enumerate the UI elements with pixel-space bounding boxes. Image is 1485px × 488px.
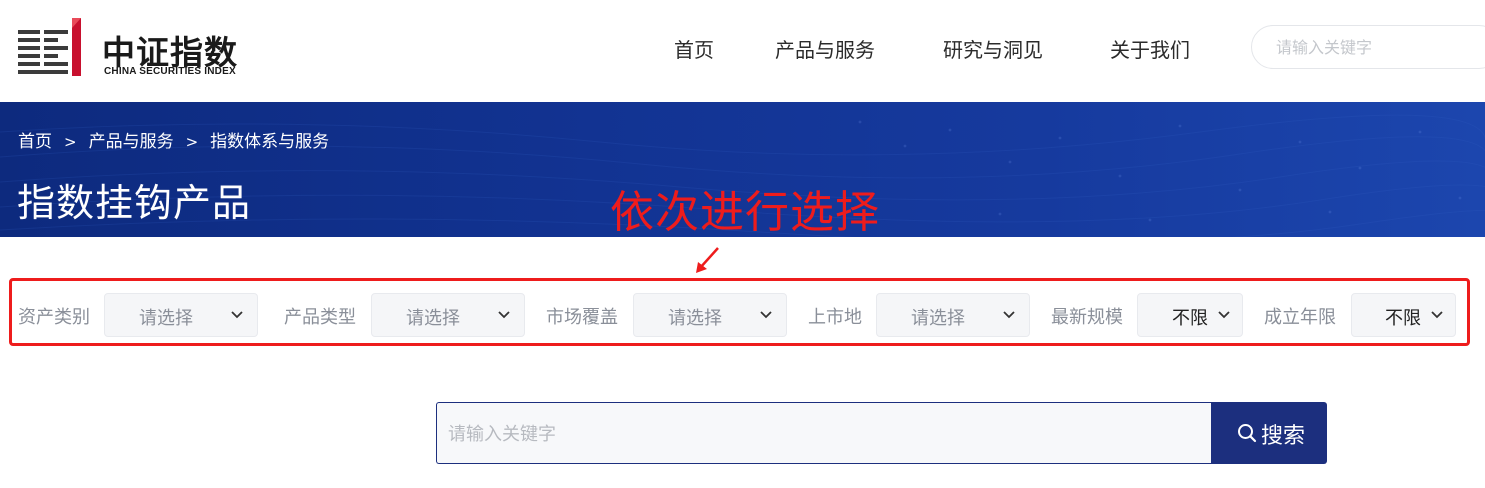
chevron-down-icon <box>760 311 772 319</box>
chevron-down-icon <box>1003 311 1015 319</box>
filter-label-product-type: 产品类型 <box>284 307 356 328</box>
select-value: 请选择 <box>406 308 460 329</box>
market-coverage-select[interactable]: 请选择 <box>633 293 787 337</box>
filter-label-listing-venue: 上市地 <box>808 307 862 328</box>
search-button-label: 搜索 <box>1261 424 1306 449</box>
select-value: 不限 <box>1385 308 1421 329</box>
nav-item-products-services[interactable]: 产品与服务 <box>775 34 875 63</box>
listing-venue-select[interactable]: 请选择 <box>876 293 1030 337</box>
years-established-select[interactable]: 不限 <box>1351 293 1456 337</box>
csi-logo-mark-icon <box>18 18 81 76</box>
breadcrumb: 首页 > 产品与服务 > 指数体系与服务 <box>18 127 329 152</box>
latest-scale-select[interactable]: 不限 <box>1137 293 1243 337</box>
nav-item-home[interactable]: 首页 <box>674 34 714 63</box>
filter-label-asset-class: 资产类别 <box>18 307 90 328</box>
breadcrumb-item-products-services[interactable]: 产品与服务 <box>89 127 174 152</box>
select-value: 请选择 <box>668 308 722 329</box>
breadcrumb-item-home[interactable]: 首页 <box>18 127 52 152</box>
chevron-down-icon <box>498 311 510 319</box>
chevron-down-icon <box>1431 311 1443 319</box>
select-value: 请选择 <box>911 308 965 329</box>
breadcrumb-item-index-system[interactable]: 指数体系与服务 <box>210 127 329 152</box>
nav-item-about-us[interactable]: 关于我们 <box>1110 34 1190 63</box>
search-icon <box>1238 424 1257 443</box>
site-header: 中证指数 CHINA SECURITIES INDEX 首页 产品与服务 研究与… <box>0 0 1485 102</box>
header-search-box <box>1251 25 1485 69</box>
select-value: 不限 <box>1172 308 1208 329</box>
filter-label-market-coverage: 市场覆盖 <box>546 307 618 328</box>
breadcrumb-separator: > <box>185 133 199 151</box>
asset-class-select[interactable]: 请选择 <box>104 293 258 337</box>
breadcrumb-separator: > <box>64 133 77 151</box>
keyword-search-input[interactable] <box>448 421 1188 447</box>
site-logo[interactable]: 中证指数 CHINA SECURITIES INDEX <box>16 16 276 78</box>
page-title: 指数挂钩产品 <box>17 181 252 225</box>
logo-english-name: CHINA SECURITIES INDEX <box>104 66 236 77</box>
nav-item-research-insights[interactable]: 研究与洞见 <box>943 34 1043 63</box>
product-type-select[interactable]: 请选择 <box>371 293 525 337</box>
filter-label-years-established: 成立年限 <box>1264 307 1336 328</box>
select-value: 请选择 <box>139 308 193 329</box>
annotation-text: 依次进行选择 <box>610 187 880 238</box>
chevron-down-icon <box>231 311 243 319</box>
header-search-input[interactable] <box>1276 36 1476 58</box>
annotation-arrow-icon <box>696 247 719 273</box>
search-button[interactable]: 搜索 <box>1211 402 1327 464</box>
chevron-down-icon <box>1218 311 1230 319</box>
filter-label-latest-scale: 最新规模 <box>1051 307 1123 328</box>
keyword-search-box <box>436 402 1212 464</box>
